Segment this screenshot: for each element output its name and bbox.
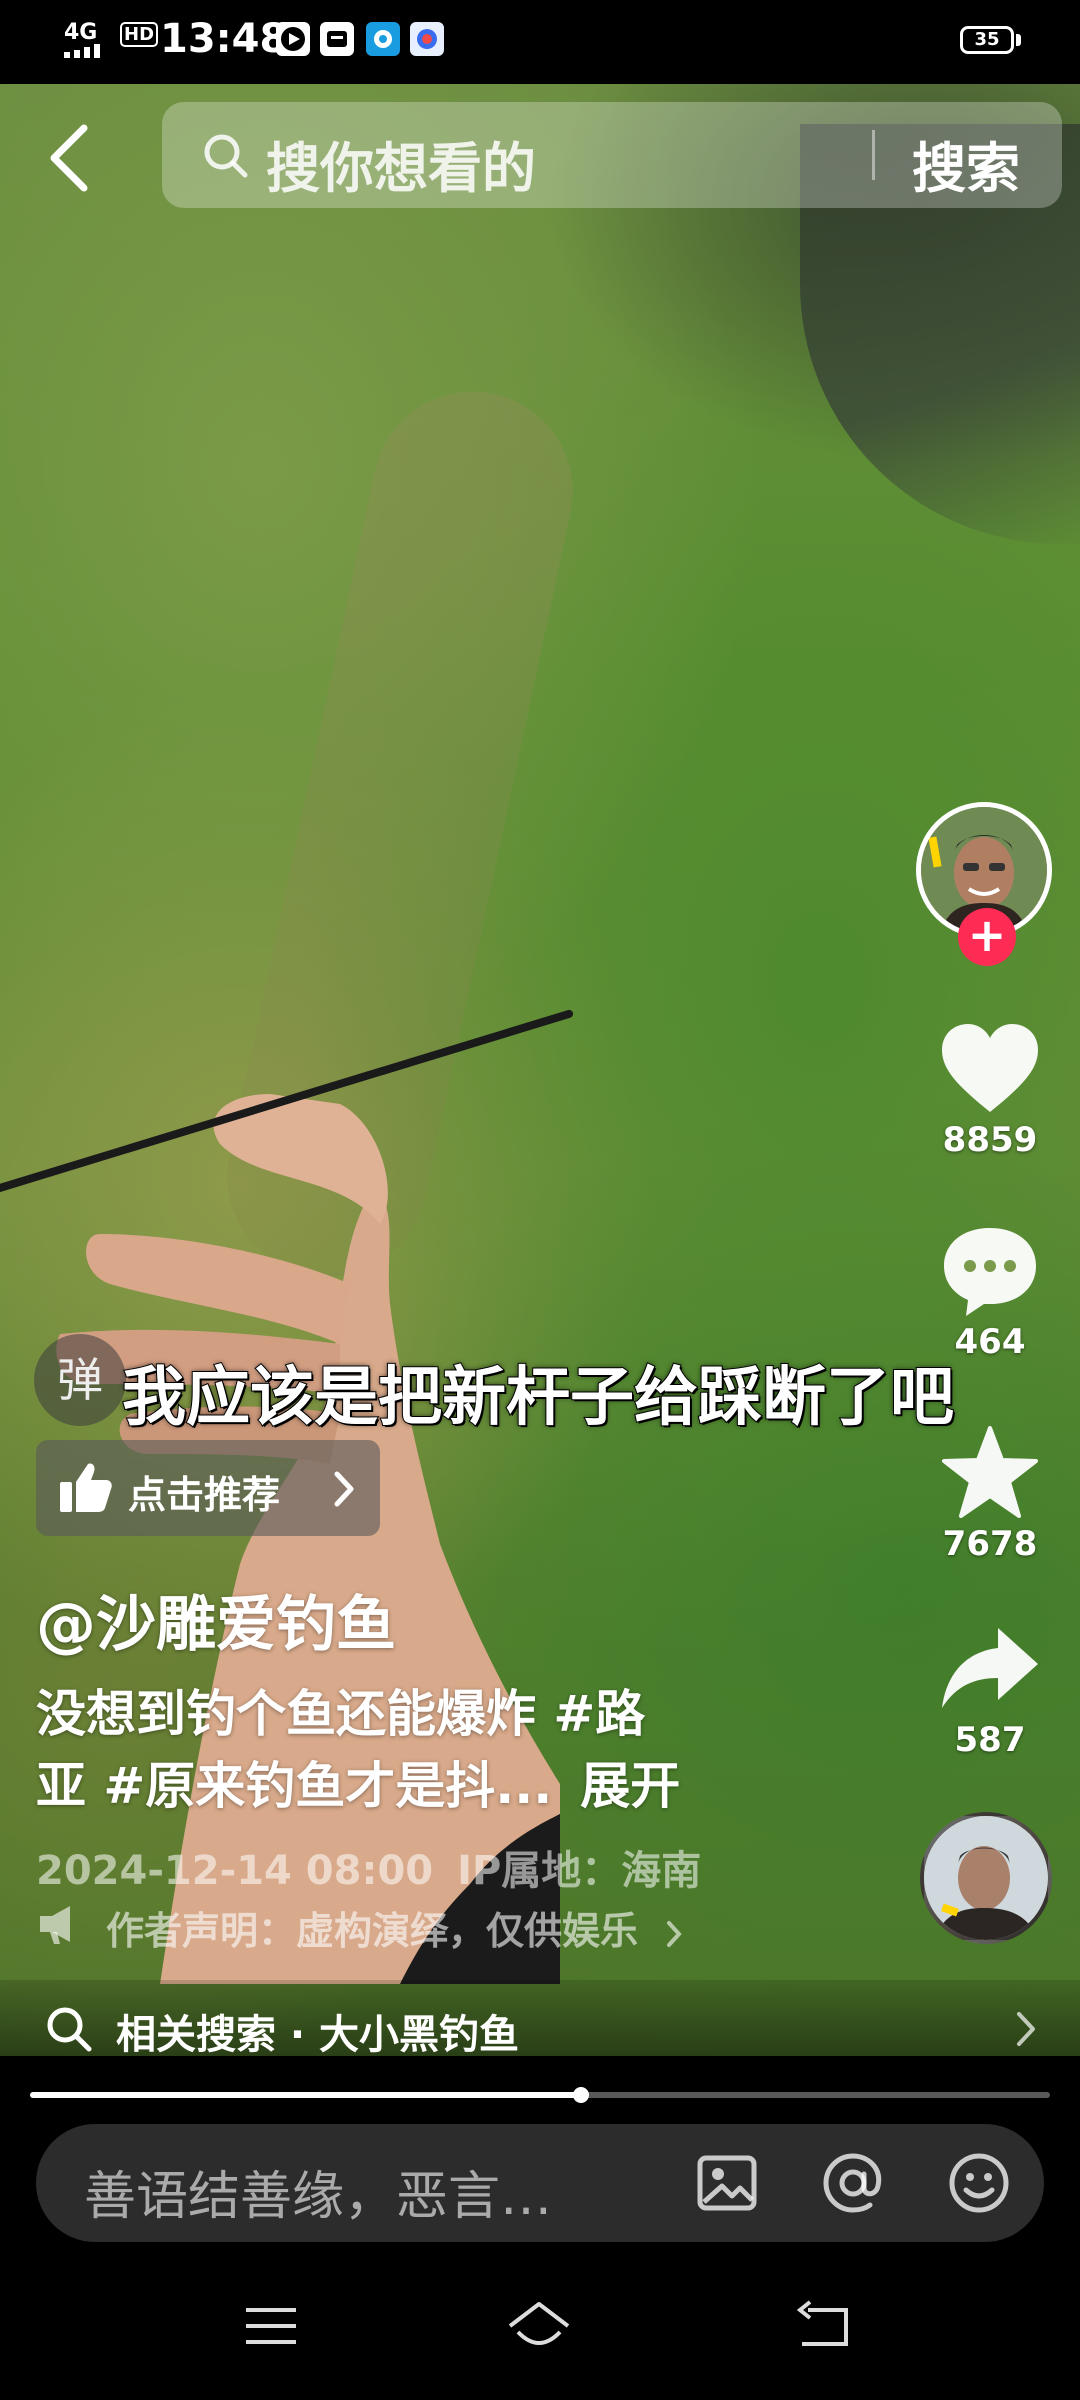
like-button[interactable]: 8859 [920,1020,1060,1160]
author-statement-text: 作者声明：虚构演绎，仅供娱乐 [106,1909,639,1953]
related-search-label: 相关搜索 · 大小黑钓鱼 [116,2012,520,2058]
status-bar: 4G HD 13:48 35 [0,0,1080,84]
progress-handle[interactable] [572,2087,589,2103]
danmaku-toggle[interactable]: 弹 [34,1334,126,1426]
search-icon [204,134,248,178]
search-button[interactable]: 搜索 [912,124,1020,203]
back-button[interactable] [40,118,100,198]
network-indicator: 4G [64,20,98,45]
share-count: 587 [954,1720,1026,1760]
heart-icon [942,1024,1038,1112]
play-app-icon [276,22,310,56]
screen: 4G HD 13:48 35 搜你想看的 搜索 + 8859 464 7678 … [0,0,1080,2400]
related-search-bar[interactable]: 相关搜索 · 大小黑钓鱼 [0,1980,1080,2076]
ip-location: IP属地：海南 [457,1848,702,1894]
favorite-button[interactable]: 7678 [920,1424,1060,1564]
battery-indicator: 35 [960,26,1014,54]
search-icon [47,2007,92,2052]
post-date: 2024-12-14 08:00 [36,1848,434,1894]
thumbs-up-icon [60,1463,112,1512]
chevron-left-icon [50,124,88,192]
progress-fill [30,2092,581,2098]
back-icon[interactable] [788,2296,858,2356]
description-line: 没想到钓个鱼还能爆炸 #路 [36,1685,646,1743]
home-icon[interactable] [504,2296,574,2356]
video-subtitle: 我应该是把新杆子给踩断了吧 [121,1360,955,1436]
music-disc-image [924,1816,1048,1940]
image-icon[interactable] [694,2150,760,2216]
hd-badge: HD [120,22,159,47]
menu-icon[interactable] [236,2296,306,2356]
comment-input-bar[interactable]: 善语结善缘，恶言… [36,2124,1044,2242]
search-input[interactable]: 搜你想看的 [266,124,536,203]
comment-input[interactable]: 善语结善缘，恶言… [84,2154,552,2229]
megaphone-icon [40,1906,70,1944]
battery-tip [1016,34,1021,46]
chevron-right-icon [1017,2012,1035,2046]
emoji-icon[interactable] [946,2150,1012,2216]
status-time: 13:48 [160,16,288,62]
search-bar[interactable]: 搜你想看的 搜索 [162,102,1062,208]
speech-bubble-icon [944,1228,1036,1316]
recommend-button[interactable]: 点击推荐 [36,1440,380,1536]
description-line: 亚 #原来钓鱼才是抖... 展开 [36,1750,836,1822]
share-arrow-icon [942,1628,1038,1708]
chevron-right-icon [334,1471,354,1507]
share-button[interactable]: 587 [920,1620,1060,1760]
app-notification-icon [410,22,444,56]
recommend-label: 点击推荐 [128,1473,281,1517]
video-description[interactable]: 没想到钓个鱼还能爆炸 #路 亚 #原来钓鱼才是抖... 展开 [36,1678,836,1822]
follow-button[interactable]: + [958,908,1016,966]
like-count: 8859 [942,1120,1038,1160]
chevron-right-icon [667,1920,682,1947]
at-icon[interactable] [820,2150,886,2216]
favorite-count: 7678 [942,1524,1038,1564]
video-progress-bar[interactable] [30,2087,1050,2103]
signal-icon [64,44,100,58]
system-nav-bar [0,2256,1080,2400]
sim-app-icon [320,22,354,56]
search-divider [872,130,875,180]
app-notification-icon [366,22,400,56]
post-meta: 2024-12-14 08:00 IP属地：海南 [36,1838,701,1896]
star-icon [942,1426,1038,1518]
author-name[interactable]: @沙雕爱钓鱼 [36,1576,396,1663]
comment-button[interactable]: 464 [920,1222,1060,1362]
author-statement[interactable]: 作者声明：虚构演绎，仅供娱乐 [36,1900,683,1955]
description-text: 亚 #原来钓鱼才是抖... [36,1757,553,1815]
music-disc[interactable] [920,1812,1052,1944]
expand-link[interactable]: 展开 [580,1757,680,1815]
